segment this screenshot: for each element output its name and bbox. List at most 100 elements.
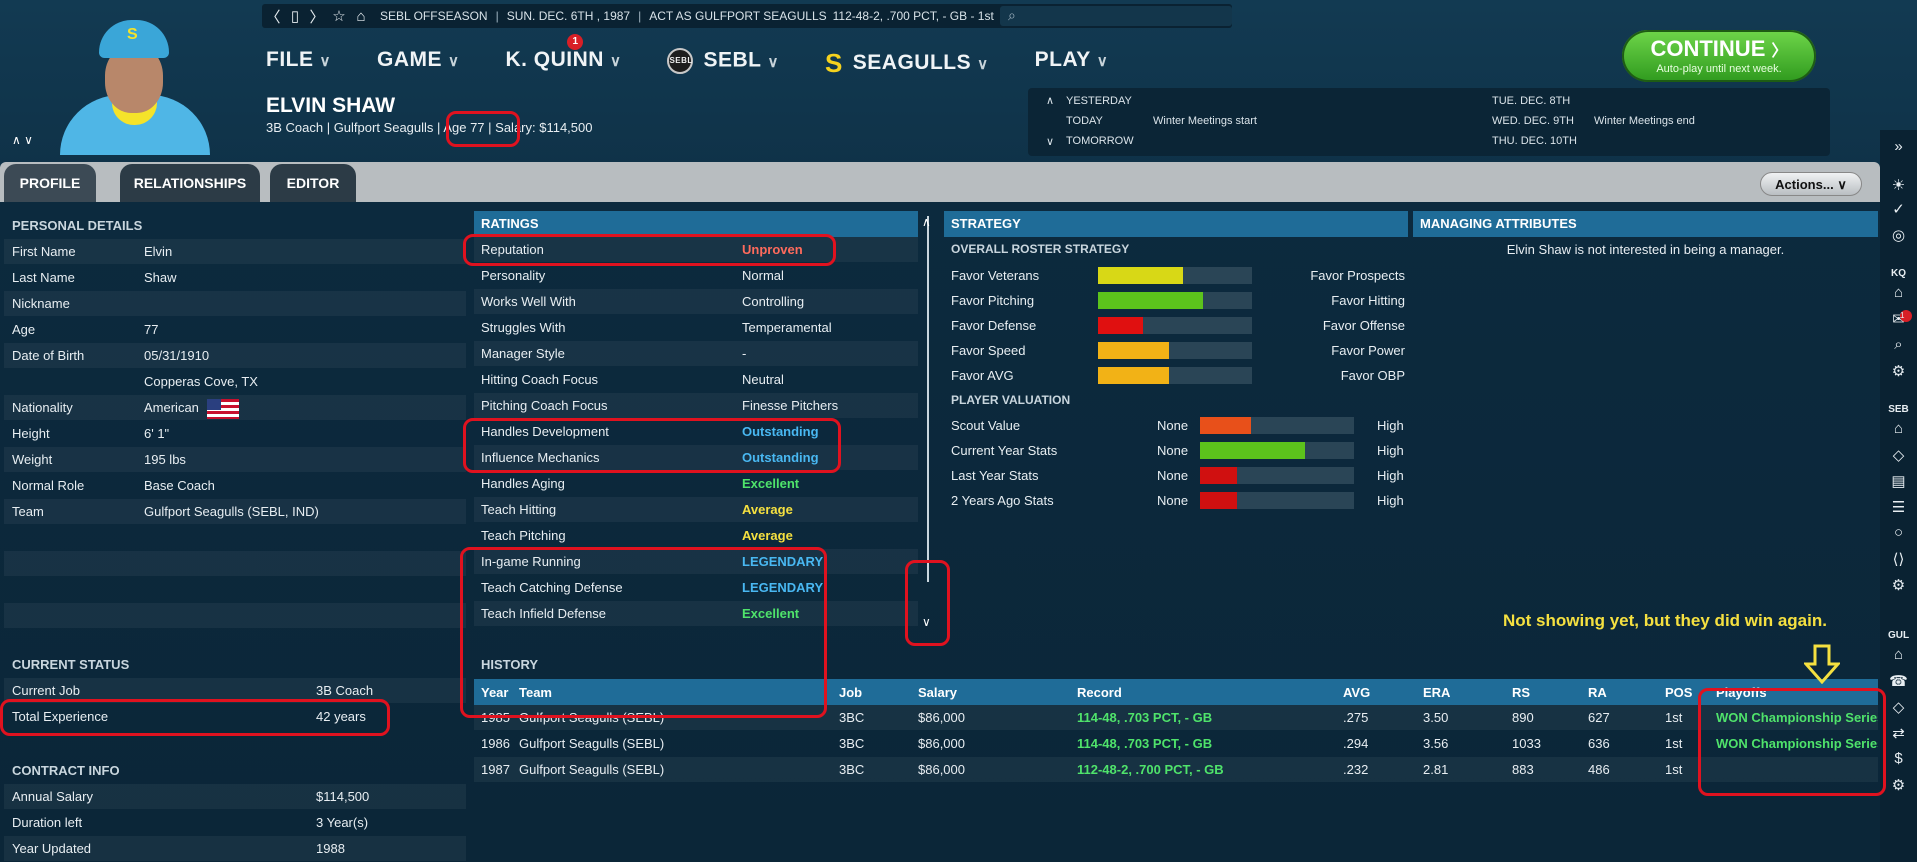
team-home-icon[interactable]: ⌂ [1880, 646, 1917, 663]
history-column-header[interactable]: Job [839, 680, 862, 705]
tab-editor[interactable]: EDITOR [270, 164, 356, 202]
league-home-icon[interactable]: ⌂ [1880, 420, 1917, 437]
strategy-slider-fill [1098, 367, 1169, 384]
strategy-slider-fill [1098, 292, 1203, 309]
history-column-header[interactable]: AVG [1343, 680, 1370, 705]
league-gear-icon[interactable]: ⚙ [1880, 576, 1917, 594]
schedule-date-1: TUE. DEC. 8TH [1492, 95, 1571, 107]
rating-value: Excellent [742, 476, 800, 491]
person-subtitle: 3B Coach | Gulfport Seagulls | Age 77 | … [266, 120, 593, 135]
nav-game[interactable]: GAME ∨ [377, 48, 459, 79]
strategy-slider[interactable] [1098, 292, 1252, 309]
history-column-header[interactable]: Salary [918, 680, 957, 705]
history-column-header[interactable]: POS [1665, 680, 1692, 705]
scrollbar[interactable] [927, 216, 929, 582]
valuation-slider[interactable] [1200, 417, 1354, 434]
star-icon[interactable]: ☆ [328, 7, 350, 25]
scroll-up-icon[interactable]: ∧ [922, 215, 931, 229]
continue-button[interactable]: CONTINUE 〉 Auto-play until next week. [1622, 30, 1816, 82]
valuation-slider[interactable] [1200, 442, 1354, 459]
row-stripe [4, 551, 466, 576]
chevron-down-icon: ∨ [447, 53, 460, 70]
nav-game-label: GAME [376, 48, 442, 71]
history-column-header[interactable]: RS [1512, 680, 1530, 705]
rating-value: Average [742, 502, 793, 517]
home-icon[interactable]: ⌂ [1880, 284, 1917, 301]
league-status: SEBL OFFSEASON [380, 9, 488, 23]
actions-dropdown[interactable]: Actions... ∨ [1760, 172, 1862, 196]
globe-icon[interactable]: ◎ [1880, 226, 1917, 244]
detail-label: Weight [12, 452, 53, 467]
valuation-high: High [1377, 493, 1404, 508]
contract-value: $114,500 [316, 789, 370, 804]
nav-team[interactable]: S SEAGULLS ∨ [825, 48, 989, 79]
act-as: ACT AS GULFPORT SEAGULLS [649, 9, 827, 23]
schedule-date-3: THU. DEC. 10TH [1492, 135, 1577, 147]
diamond-icon[interactable]: ◇ [1880, 446, 1917, 464]
detail-value: American [144, 395, 239, 420]
search-input[interactable]: ⌕ [1000, 6, 1232, 26]
chevron-down-icon: ∨ [319, 53, 331, 70]
detail-label: Height [12, 426, 50, 441]
chart-icon[interactable]: ☰ [1880, 498, 1917, 516]
phone-icon[interactable]: ☎ [1880, 672, 1917, 690]
checkmark-icon[interactable]: ✓ [1880, 200, 1917, 218]
card-icon[interactable]: ▤ [1880, 472, 1917, 490]
valuation-slider[interactable] [1200, 467, 1354, 484]
history-cell-salary: $86,000 [918, 762, 965, 777]
valuation-low: None [1157, 443, 1189, 458]
rating-label: Pitching Coach Focus [481, 398, 608, 413]
detail-value: 6' 1" [144, 426, 170, 441]
highlight-experience [0, 699, 390, 736]
chevron-down-icon: ∨ [767, 53, 779, 71]
valuation-label: Scout Value [951, 418, 1021, 433]
forward-icon[interactable]: 〉 [306, 6, 328, 27]
nav-play[interactable]: PLAY ∨ [1035, 48, 1109, 79]
nav-manager-label: K. QUINN [505, 48, 604, 71]
history-cell-avg: .232 [1343, 762, 1369, 777]
expand-icon[interactable]: » [1880, 138, 1917, 155]
valuation-slider-fill [1200, 417, 1251, 434]
tab-profile[interactable]: PROFILE [4, 164, 96, 202]
home-icon[interactable]: ⌂ [350, 8, 372, 25]
detail-label: Nationality [12, 400, 73, 415]
chevron-down-icon[interactable]: ∨ [1046, 135, 1054, 148]
valuation-high: High [1377, 468, 1404, 483]
rating-label: Hitting Coach Focus [481, 372, 599, 387]
lightbulb-icon[interactable]: ☀ [1880, 176, 1917, 194]
nav-manager[interactable]: K. QUINN ∨ 1 [505, 34, 621, 79]
baseball-icon[interactable]: ○ [1880, 524, 1917, 541]
code-icon[interactable]: ⟨⟩ [1880, 550, 1917, 568]
history-cell-record: 112-48-2, .700 PCT, - GB [1077, 762, 1224, 777]
separator: | [638, 9, 642, 23]
strategy-slider[interactable] [1098, 267, 1252, 284]
nav-league-label: SEBL [703, 48, 762, 72]
strategy-slider-fill [1098, 317, 1143, 334]
rating-label: Personality [481, 268, 546, 283]
nav-league[interactable]: SEBL SEBL ∨ [667, 48, 779, 79]
strategy-slider[interactable] [1098, 342, 1252, 359]
detail-label: Nickname [12, 296, 70, 311]
history-cell-job: 3BC [839, 736, 865, 751]
prev-next-arrows[interactable]: ∧ ∨ [12, 133, 33, 147]
history-column-header[interactable]: RA [1588, 680, 1607, 705]
search-icon[interactable]: ⌕ [1880, 336, 1917, 353]
history-cell-pos: 1st [1665, 736, 1683, 751]
strategy-slider[interactable] [1098, 317, 1252, 334]
valuation-low: None [1157, 468, 1189, 483]
detail-value: 77 [144, 322, 159, 337]
history-column-header[interactable]: ERA [1423, 680, 1450, 705]
managing-header: MANAGING ATTRIBUTES [1413, 211, 1878, 237]
rating-value: Finesse Pitchers [742, 398, 839, 413]
chevron-up-icon[interactable]: ∧ [1046, 94, 1054, 107]
nav-file[interactable]: FILE ∨ [266, 48, 331, 79]
page-icon[interactable]: ▯ [284, 7, 306, 25]
tab-relationships[interactable]: RELATIONSHIPS [120, 164, 260, 202]
back-icon[interactable]: 〈 [262, 6, 284, 27]
valuation-slider[interactable] [1200, 492, 1354, 509]
history-cell-era: 3.56 [1423, 736, 1449, 751]
strategy-slider[interactable] [1098, 367, 1252, 384]
history-column-header[interactable]: Record [1077, 680, 1122, 705]
detail-value: Base Coach [144, 478, 215, 493]
gear-icon[interactable]: ⚙ [1880, 362, 1917, 380]
